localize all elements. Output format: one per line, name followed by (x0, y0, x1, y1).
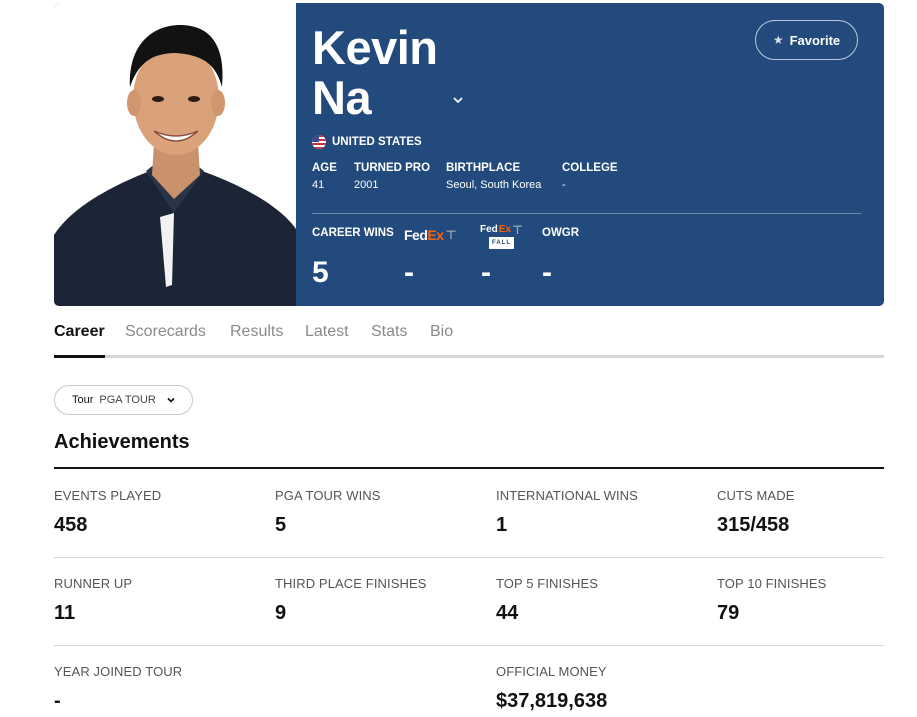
favorite-button[interactable]: ★ Favorite (755, 20, 858, 60)
player-country: UNITED STATES (312, 135, 422, 149)
international-wins-value: 1 (496, 514, 508, 536)
fedex-logo-ex: Ex (427, 227, 444, 243)
top-5-label: TOP 5 FINISHES (496, 576, 599, 591)
bio-age-label: AGE (312, 162, 337, 174)
active-tab-indicator (54, 355, 105, 358)
top-10-value: 79 (717, 602, 740, 624)
career-wins-value: 5 (312, 256, 329, 289)
tour-filter-label: Tour (72, 394, 94, 406)
favorite-label: Favorite (789, 32, 841, 48)
runner-up-label: RUNNER UP (54, 576, 133, 591)
tab-scorecards[interactable]: Scorecards (125, 323, 206, 341)
trophy-icon: ⊤ (445, 228, 457, 242)
owgr-label: OWGR (542, 227, 580, 239)
country-name: UNITED STATES (332, 136, 422, 148)
international-wins-label: INTERNATIONAL WINS (496, 488, 638, 503)
achievements-title: Achievements (54, 431, 190, 453)
fedex-cup-value: - (404, 256, 414, 289)
fedex-fall-value: - (481, 256, 491, 289)
player-hero-card: Kevin Na ★ Favorite UNITED STATES AGE 41… (54, 3, 884, 306)
top-10-label: TOP 10 FINISHES (717, 576, 827, 591)
tab-results[interactable]: Results (230, 323, 283, 341)
third-place-label: THIRD PLACE FINISHES (275, 576, 427, 591)
cuts-made-label: CUTS MADE (717, 488, 795, 503)
bio-turned-pro-label: TURNED PRO (354, 162, 431, 174)
events-played-value: 458 (54, 514, 88, 536)
official-money-label: OFFICIAL MONEY (496, 664, 607, 679)
bio-age-value: 41 (312, 179, 325, 191)
career-wins-label: CAREER WINS (312, 227, 394, 239)
player-first-name: Kevin (312, 21, 438, 74)
bio-college-label: COLLEGE (562, 162, 618, 174)
fedex-logo-fed: Fed (404, 227, 428, 243)
tour-filter-dropdown[interactable]: Tour PGA TOUR (54, 385, 193, 415)
cuts-made-value: 315/458 (717, 514, 790, 536)
fedex-fall-logo-ex: Ex (498, 224, 512, 235)
bio-birthplace-value: Seoul, South Korea (446, 179, 542, 191)
year-joined-value: - (54, 690, 61, 712)
chevron-down-icon (167, 397, 175, 403)
bio-birthplace-label: BIRTHPLACE (446, 162, 521, 174)
player-headshot (54, 3, 296, 306)
hero-divider (312, 213, 861, 214)
fedex-fall-logo: Fed Ex ⊤ FALL (480, 223, 523, 249)
tab-bio[interactable]: Bio (430, 323, 453, 341)
player-last-name: Na (312, 71, 372, 124)
runner-up-value: 11 (54, 602, 76, 624)
year-joined-label: YEAR JOINED TOUR (54, 664, 183, 679)
row-divider (54, 557, 884, 558)
profile-tabs: Career Scorecards Results Latest Stats B… (54, 320, 884, 358)
events-played-label: EVENTS PLAYED (54, 488, 162, 503)
bio-college-value: - (562, 179, 566, 191)
us-flag-icon (312, 135, 326, 149)
row-divider (54, 645, 884, 646)
bio-turned-pro-value: 2001 (354, 179, 379, 191)
tab-stats[interactable]: Stats (371, 323, 407, 341)
official-money-value: $37,819,638 (496, 690, 608, 712)
third-place-value: 9 (275, 602, 287, 624)
star-icon: ★ (772, 33, 784, 47)
pga-tour-wins-label: PGA TOUR WINS (275, 488, 381, 503)
tab-career[interactable]: Career (54, 323, 105, 341)
tour-filter-value: PGA TOUR (99, 394, 156, 406)
trophy-icon: ⊤ (512, 223, 523, 237)
owgr-value: - (542, 256, 552, 289)
top-5-value: 44 (496, 602, 519, 624)
fedex-fall-word: FALL (488, 237, 514, 249)
fedex-cup-logo: FedEx ⊤ (404, 227, 457, 243)
fedex-fall-logo-fed: Fed (480, 224, 498, 235)
tab-latest[interactable]: Latest (305, 323, 349, 341)
achievements-rule (54, 467, 884, 469)
pga-tour-wins-value: 5 (275, 514, 287, 536)
chevron-down-icon[interactable] (451, 93, 465, 107)
